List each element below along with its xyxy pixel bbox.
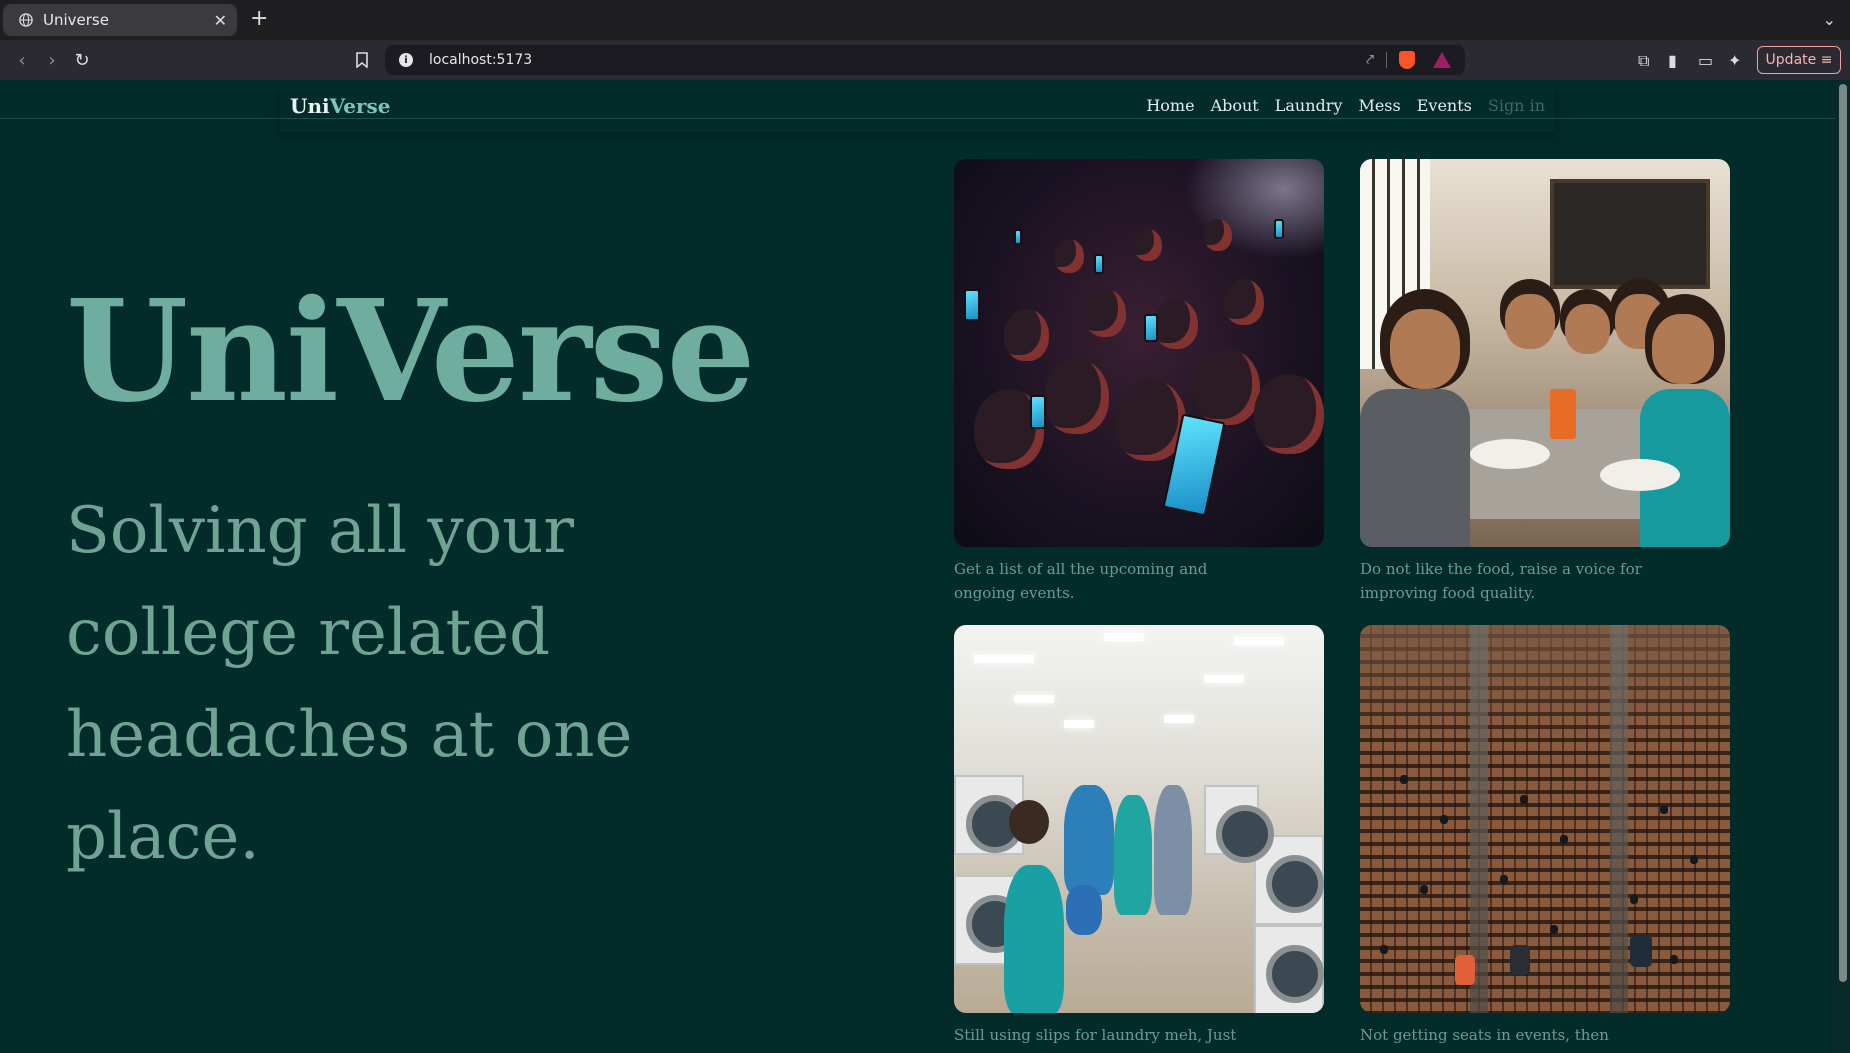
nav-link-sign-in[interactable]: Sign in bbox=[1488, 96, 1545, 115]
back-icon[interactable]: ‹ bbox=[12, 50, 32, 71]
nav-link-laundry[interactable]: Laundry bbox=[1275, 96, 1343, 115]
students-eating-image bbox=[1360, 159, 1730, 547]
hero-subtitle: Solving all your college related headach… bbox=[66, 494, 633, 874]
card-caption: Not getting seats in events, then preboo… bbox=[1360, 1026, 1609, 1053]
reload-icon[interactable]: ↻ bbox=[72, 50, 92, 71]
address-bar[interactable]: i localhost:5173 ⤤ bbox=[385, 45, 1465, 75]
bookmark-icon[interactable] bbox=[355, 52, 369, 68]
brave-shields-icon[interactable] bbox=[1399, 51, 1415, 69]
browser-tab[interactable]: Universe ✕ bbox=[3, 4, 237, 36]
wallet-icon[interactable]: ▭ bbox=[1698, 51, 1713, 70]
site-navbar: UniVerse Home About Laundry Mess Events … bbox=[280, 80, 1555, 132]
divider bbox=[1386, 52, 1387, 68]
site-info-icon[interactable]: i bbox=[399, 53, 413, 67]
page-scrollbar[interactable] bbox=[1836, 80, 1850, 1053]
brave-rewards-icon[interactable] bbox=[1433, 52, 1451, 68]
nav-link-about[interactable]: About bbox=[1211, 96, 1259, 115]
nav-link-home[interactable]: Home bbox=[1146, 96, 1194, 115]
feature-card-mess[interactable]: Do not like the food, raise a voice for … bbox=[1360, 159, 1730, 605]
sidebar-icon[interactable]: ▮ bbox=[1668, 51, 1677, 70]
update-button[interactable]: Update ≡ bbox=[1757, 46, 1841, 74]
feature-card-seats[interactable]: Not getting seats in events, then preboo… bbox=[1360, 625, 1730, 1053]
forward-icon[interactable]: › bbox=[42, 50, 62, 71]
page-content: UniVerse Home About Laundry Mess Events … bbox=[0, 80, 1835, 1053]
browser-toolbar: ‹ › ↻ i localhost:5173 ⤤ ⧉ ▮ ▭ ✦ Update … bbox=[0, 40, 1850, 80]
feature-card-events[interactable]: Get a list of all the upcoming and ongoi… bbox=[954, 159, 1324, 605]
concert-crowd-image bbox=[954, 159, 1324, 547]
close-tab-icon[interactable]: ✕ bbox=[214, 11, 227, 30]
share-icon[interactable]: ⤤ bbox=[1366, 52, 1374, 68]
nav-link-events[interactable]: Events bbox=[1417, 96, 1472, 115]
scrollbar-thumb[interactable] bbox=[1839, 84, 1847, 982]
nav-links: Home About Laundry Mess Events Sign in bbox=[1146, 96, 1545, 115]
card-caption: Get a list of all the upcoming and ongoi… bbox=[954, 560, 1208, 602]
brand-logo[interactable]: UniVerse bbox=[290, 94, 391, 118]
feature-card-laundry[interactable]: Still using slips for laundry meh, Just … bbox=[954, 625, 1324, 1053]
update-label: Update bbox=[1765, 52, 1817, 68]
card-caption: Do not like the food, raise a voice for … bbox=[1360, 560, 1642, 602]
new-tab-icon[interactable]: + bbox=[250, 6, 268, 31]
tab-title: Universe bbox=[43, 11, 109, 29]
url-text: localhost:5173 bbox=[429, 52, 533, 68]
globe-icon bbox=[19, 13, 33, 27]
browser-tab-bar: Universe ✕ + ⌄ bbox=[0, 0, 1850, 40]
leo-ai-icon[interactable]: ✦ bbox=[1728, 51, 1741, 70]
hero-title: UniVerse bbox=[66, 270, 756, 434]
tab-list-chevron-icon[interactable]: ⌄ bbox=[1823, 10, 1836, 29]
card-caption: Still using slips for laundry meh, Just … bbox=[954, 1026, 1237, 1053]
auditorium-seats-image bbox=[1360, 625, 1730, 1013]
brand-verse: Verse bbox=[329, 94, 391, 118]
brand-uni: Uni bbox=[290, 94, 330, 118]
nav-link-mess[interactable]: Mess bbox=[1358, 96, 1400, 115]
extensions-icon[interactable]: ⧉ bbox=[1638, 51, 1649, 71]
laundry-room-image bbox=[954, 625, 1324, 1013]
